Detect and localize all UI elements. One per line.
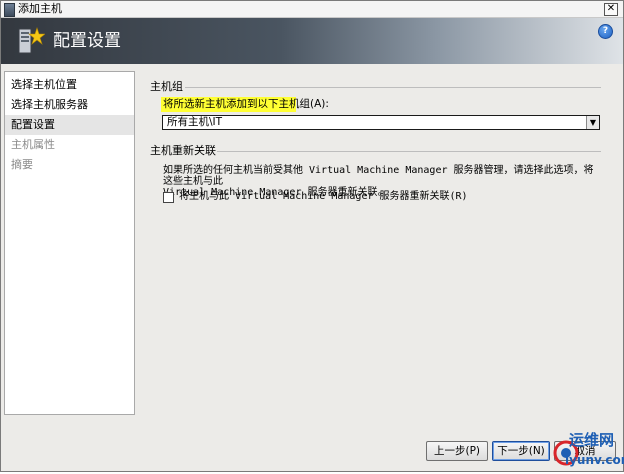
nav-item-summary: 摘要 xyxy=(5,155,134,175)
nav-item-select-host-location[interactable]: 选择主机位置 xyxy=(5,75,134,95)
nav-item-label: 摘要 xyxy=(11,158,33,171)
reassociate-checkbox[interactable] xyxy=(163,192,174,203)
wizard-nav: 选择主机位置 选择主机服务器 配置设置 主机属性 摘要 xyxy=(4,71,135,415)
next-button[interactable]: 下一步(N) xyxy=(492,441,550,461)
nav-item-host-properties: 主机属性 xyxy=(5,135,134,155)
host-group-section-label: 主机组 xyxy=(150,80,183,93)
nav-item-configuration-settings[interactable]: 配置设置 xyxy=(5,115,134,135)
nav-item-label: 选择主机位置 xyxy=(11,78,77,91)
reassociate-checkbox-label[interactable]: 将主机与此 Virtual Machine Manager 服务器重新关联(R) xyxy=(179,191,468,202)
host-group-field-label: 将所选新主机添加到以下主机组(A): xyxy=(163,98,329,110)
window-title: 添加主机 xyxy=(18,2,62,15)
watermark-title: 运维网 xyxy=(569,431,615,449)
app-icon xyxy=(4,3,15,17)
wizard-header: 配置设置 ? xyxy=(1,18,623,64)
host-group-select[interactable]: 所有主机\IT ▼ xyxy=(162,115,600,130)
chevron-down-icon[interactable]: ▼ xyxy=(586,116,599,129)
site-watermark: 运维网 iyunv.com xyxy=(553,427,624,471)
title-bar: 添加主机 ✕ xyxy=(1,1,623,18)
nav-item-label: 配置设置 xyxy=(11,118,55,131)
nav-item-label: 选择主机服务器 xyxy=(11,98,88,111)
watermark-url: iyunv.com xyxy=(565,453,624,467)
page-title: 配置设置 xyxy=(53,31,121,51)
add-host-dialog: 添加主机 ✕ 配置设置 ? 选择主机位置 选择主机服务器 配置设置 主机属性 摘… xyxy=(0,0,624,472)
section-divider xyxy=(185,87,601,88)
host-group-selected-value: 所有主机\IT xyxy=(167,116,223,128)
back-button[interactable]: 上一步(P) xyxy=(426,441,488,461)
reassociate-section-label: 主机重新关联 xyxy=(150,144,216,157)
section-divider xyxy=(217,151,601,152)
help-icon[interactable]: ? xyxy=(598,24,613,39)
server-config-icon xyxy=(18,27,45,54)
nav-item-label: 主机属性 xyxy=(11,138,55,151)
nav-item-select-host-servers[interactable]: 选择主机服务器 xyxy=(5,95,134,115)
description-line: 如果所选的任何主机当前受其他 Virtual Machine Manager 服… xyxy=(163,165,594,187)
close-icon[interactable]: ✕ xyxy=(604,3,618,16)
